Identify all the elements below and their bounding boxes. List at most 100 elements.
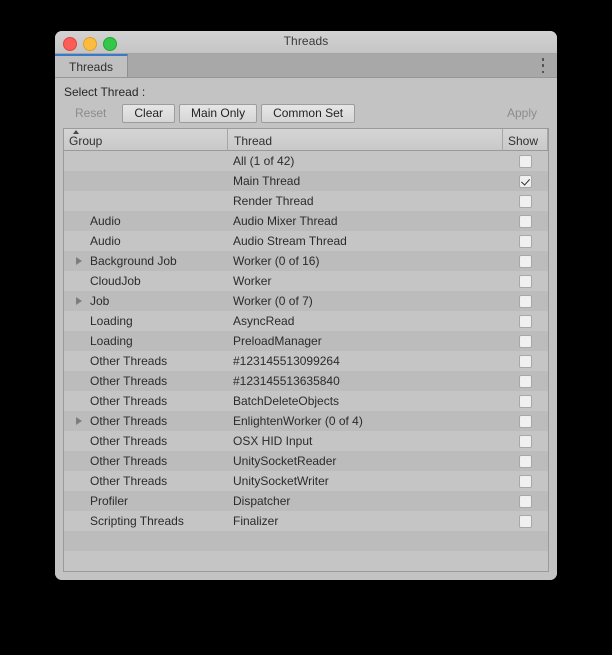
cell-show <box>502 494 548 508</box>
table-row[interactable]: Other Threads #123145513099264 <box>64 351 548 371</box>
table-body: All (1 of 42) Main Thread Render Thread Aud… <box>64 151 548 571</box>
cell-show <box>502 394 548 408</box>
panel-content: Select Thread : Reset Clear Main Only Co… <box>55 78 557 580</box>
show-checkbox[interactable] <box>518 514 532 528</box>
tab-threads-label: Threads <box>69 59 114 74</box>
expand-triangle-icon[interactable] <box>76 417 82 425</box>
cell-group-label: Background Job <box>90 254 177 268</box>
table-row[interactable] <box>64 551 548 571</box>
show-checkbox[interactable] <box>518 334 532 348</box>
cell-thread-label: Worker (0 of 16) <box>233 254 320 268</box>
show-checkbox[interactable] <box>518 454 532 468</box>
table-row[interactable]: Main Thread <box>64 171 548 191</box>
show-checkbox[interactable] <box>518 394 532 408</box>
cell-group: Job <box>64 294 227 308</box>
cell-thread: Audio Mixer Thread <box>227 214 502 228</box>
cell-group: Other Threads <box>64 394 227 408</box>
main-only-button[interactable]: Main Only <box>179 104 258 123</box>
select-thread-label: Select Thread : <box>64 85 146 99</box>
cell-show <box>502 254 548 268</box>
cell-group: Other Threads <box>64 474 227 488</box>
table-row[interactable]: Other Threads EnlightenWorker (0 of 4) <box>64 411 548 431</box>
table-row[interactable] <box>64 531 548 551</box>
table-row[interactable]: CloudJob Worker <box>64 271 548 291</box>
cell-thread-label: Main Thread <box>233 174 301 188</box>
cell-thread-label: Audio Stream Thread <box>233 234 347 248</box>
cell-thread-label: UnitySocketReader <box>233 454 337 468</box>
cell-thread-label: Render Thread <box>233 194 314 208</box>
common-set-button[interactable]: Common Set <box>261 104 356 123</box>
show-checkbox[interactable] <box>518 154 532 168</box>
toolbar: Reset Clear Main Only Common Set Apply <box>63 104 549 123</box>
table-row[interactable]: Loading AsyncRead <box>64 311 548 331</box>
table-row[interactable]: Other Threads UnitySocketWriter <box>64 471 548 491</box>
cell-show <box>502 434 548 448</box>
cell-group-label: Scripting Threads <box>90 514 184 528</box>
cell-group-label: Loading <box>90 314 133 328</box>
kebab-menu-icon[interactable] <box>537 58 549 73</box>
show-checkbox[interactable] <box>518 174 532 188</box>
table-row[interactable]: Other Threads BatchDeleteObjects <box>64 391 548 411</box>
cell-thread: UnitySocketWriter <box>227 474 502 488</box>
cell-thread-label: AsyncRead <box>233 314 295 328</box>
cell-thread-label: Finalizer <box>233 514 279 528</box>
show-checkbox[interactable] <box>518 234 532 248</box>
table-row[interactable]: Profiler Dispatcher <box>64 491 548 511</box>
show-checkbox[interactable] <box>518 414 532 428</box>
tab-threads[interactable]: Threads <box>55 54 129 77</box>
table-row[interactable]: Other Threads UnitySocketReader <box>64 451 548 471</box>
cell-thread: OSX HID Input <box>227 434 502 448</box>
show-checkbox[interactable] <box>518 294 532 308</box>
show-checkbox[interactable] <box>518 214 532 228</box>
show-checkbox[interactable] <box>518 434 532 448</box>
cell-group: Other Threads <box>64 374 227 388</box>
column-header-show[interactable]: Show <box>502 129 548 150</box>
cell-group: Other Threads <box>64 434 227 448</box>
expand-triangle-icon[interactable] <box>76 297 82 305</box>
cell-thread: PreloadManager <box>227 334 502 348</box>
reset-button[interactable]: Reset <box>63 104 118 123</box>
table-row[interactable]: Background Job Worker (0 of 16) <box>64 251 548 271</box>
cell-show <box>502 174 548 188</box>
table-row[interactable]: Audio Audio Stream Thread <box>64 231 548 251</box>
table-row[interactable]: Job Worker (0 of 7) <box>64 291 548 311</box>
show-checkbox[interactable] <box>518 354 532 368</box>
table-row[interactable]: Other Threads OSX HID Input <box>64 431 548 451</box>
table-row[interactable]: Scripting Threads Finalizer <box>64 511 548 531</box>
table-row[interactable]: All (1 of 42) <box>64 151 548 171</box>
show-checkbox[interactable] <box>518 274 532 288</box>
cell-thread-label: All (1 of 42) <box>233 154 295 168</box>
cell-group-label: Audio <box>90 234 121 248</box>
show-checkbox[interactable] <box>518 314 532 328</box>
cell-thread: Worker (0 of 7) <box>227 294 502 308</box>
apply-button[interactable]: Apply <box>495 104 549 123</box>
cell-group-label: Job <box>90 294 110 308</box>
show-checkbox[interactable] <box>518 494 532 508</box>
clear-button[interactable]: Clear <box>122 104 176 123</box>
show-checkbox[interactable] <box>518 474 532 488</box>
cell-show <box>502 354 548 368</box>
table-row[interactable]: Audio Audio Mixer Thread <box>64 211 548 231</box>
cell-group-label: Loading <box>90 334 133 348</box>
table-row[interactable]: Other Threads #123145513635840 <box>64 371 548 391</box>
cell-thread-label: OSX HID Input <box>233 434 313 448</box>
cell-thread-label: Worker <box>233 274 272 288</box>
cell-group-label: Profiler <box>90 494 129 508</box>
threads-table: Group Thread Show All (1 of 42) Main Thre… <box>63 128 549 572</box>
column-header-group[interactable]: Group <box>64 129 227 150</box>
cell-group-label: Other Threads <box>90 414 168 428</box>
cell-group: Other Threads <box>64 354 227 368</box>
cell-show <box>502 374 548 388</box>
expand-triangle-icon[interactable] <box>76 257 82 265</box>
column-header-thread[interactable]: Thread <box>227 129 502 150</box>
cell-thread: BatchDeleteObjects <box>227 394 502 408</box>
cell-show <box>502 314 548 328</box>
show-checkbox[interactable] <box>518 194 532 208</box>
cell-thread-label: Audio Mixer Thread <box>233 214 338 228</box>
cell-group-label: Other Threads <box>90 374 168 388</box>
cell-thread: Dispatcher <box>227 494 502 508</box>
show-checkbox[interactable] <box>518 374 532 388</box>
table-row[interactable]: Loading PreloadManager <box>64 331 548 351</box>
show-checkbox[interactable] <box>518 254 532 268</box>
table-row[interactable]: Render Thread <box>64 191 548 211</box>
